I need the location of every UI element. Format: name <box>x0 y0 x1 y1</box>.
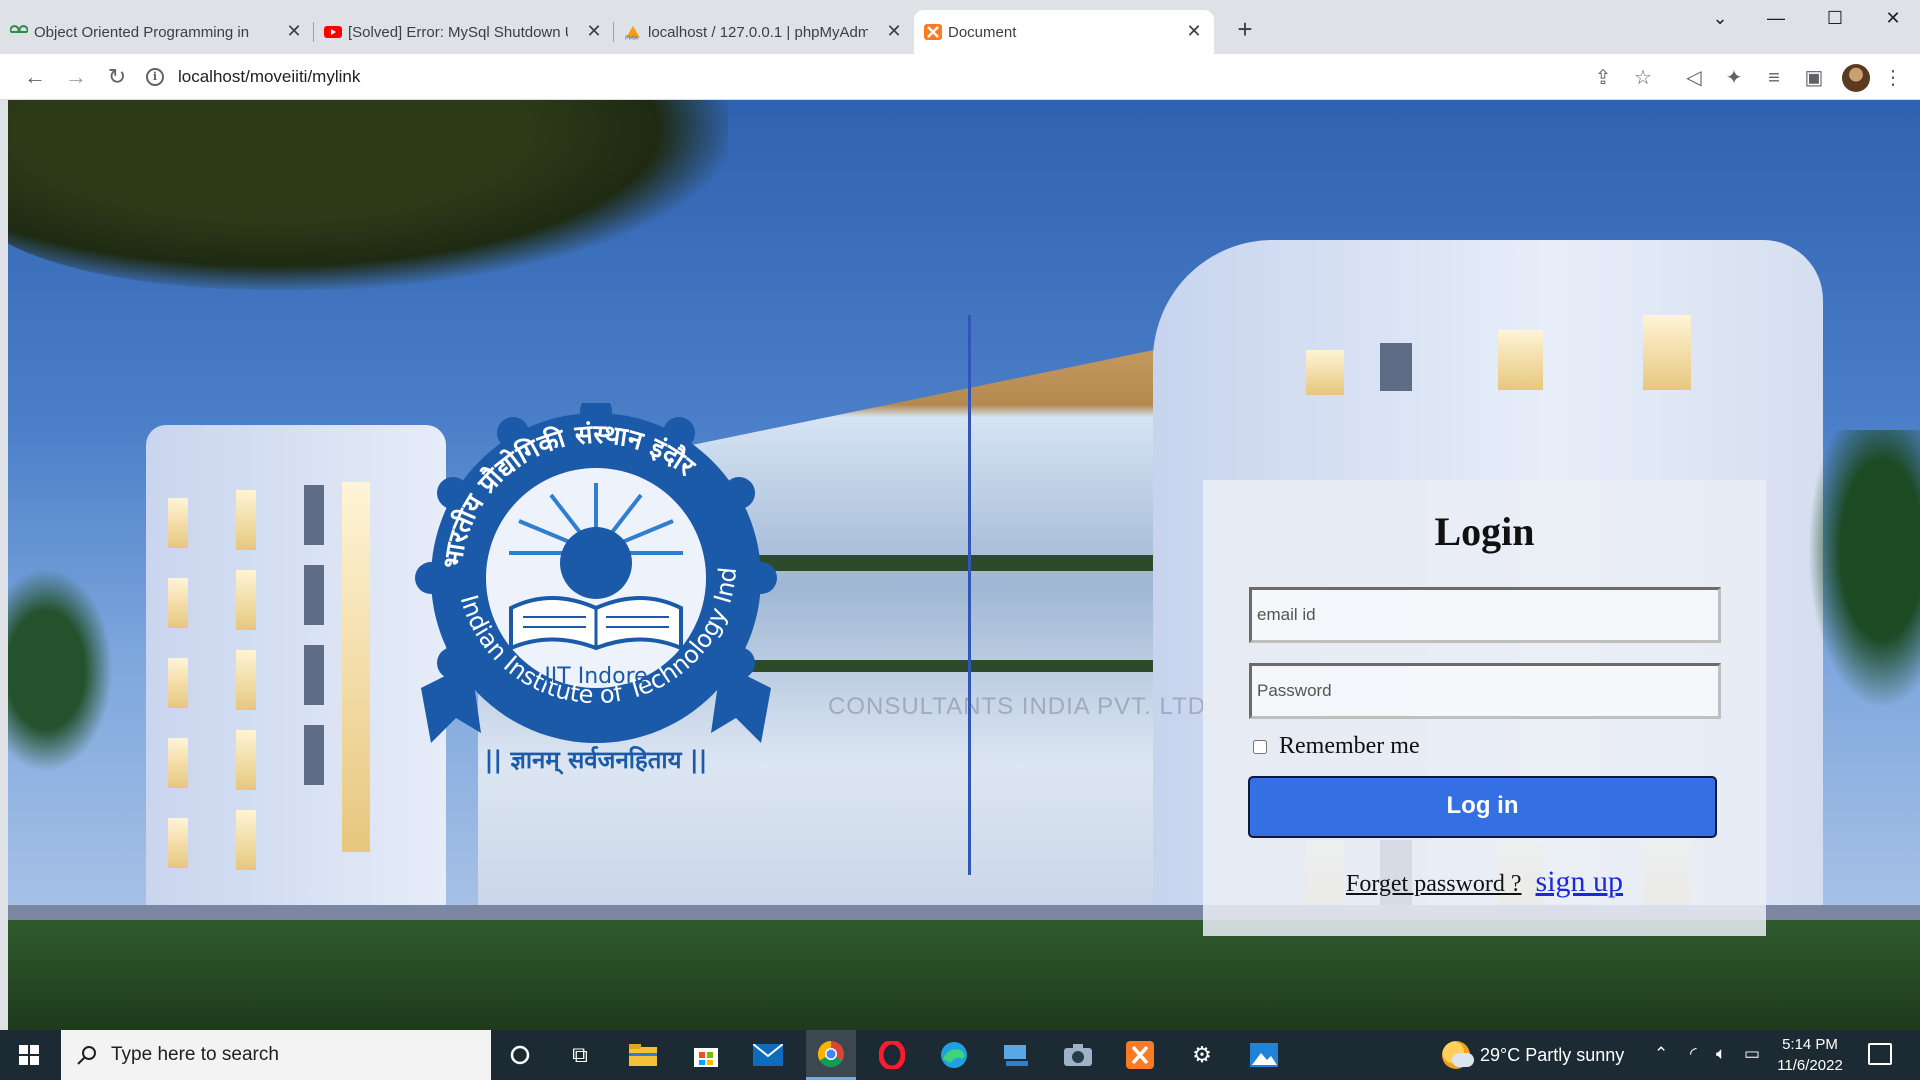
xampp-icon <box>924 24 942 40</box>
browser-tab-strip: Object Oriented Programming in ✕ [Solved… <box>0 0 1920 54</box>
profile-avatar[interactable] <box>1842 64 1870 92</box>
iit-indore-logo: भारतीय प्रौद्योगिकी संस्थान इंदौर Indian… <box>401 403 777 775</box>
forward-arrow-icon[interactable]: → <box>63 64 89 90</box>
browser-toolbar: ← → ↻ i localhost/moveiiti/mylink ⇪ ☆ ◁ … <box>0 54 1920 100</box>
settings-gear-icon[interactable]: ⚙ <box>1184 1037 1220 1073</box>
taskbar-search-placeholder: Type here to search <box>111 1044 279 1065</box>
maximize-button[interactable]: ☐ <box>1812 8 1858 36</box>
mail-icon[interactable] <box>750 1037 786 1073</box>
email-field[interactable] <box>1249 587 1721 643</box>
palm-tree <box>1798 430 1920 730</box>
logo-center-text: IIT Indore <box>544 664 647 689</box>
weather-widget[interactable]: 29°C Partly sunny <box>1442 1030 1624 1080</box>
windows-start-icon[interactable] <box>0 1030 58 1080</box>
microsoft-store-icon[interactable] <box>688 1037 724 1073</box>
close-icon[interactable]: ✕ <box>884 21 904 42</box>
chrome-icon[interactable] <box>806 1030 856 1080</box>
login-links: Forget password ? sign up <box>1203 865 1766 899</box>
file-explorer-icon[interactable] <box>625 1037 661 1073</box>
xampp-icon[interactable] <box>1122 1037 1158 1073</box>
site-info-icon[interactable]: i <box>146 68 164 86</box>
menu-kebab-icon[interactable]: ⋮ <box>1880 65 1906 91</box>
battery-icon[interactable]: ▭ <box>1744 1044 1760 1064</box>
tab-document[interactable]: Document ✕ <box>914 10 1214 54</box>
windows-taskbar: Type here to search ⧉ ⚙ 29°C Partly sunn… <box>0 1030 1920 1080</box>
close-icon[interactable]: ✕ <box>1184 21 1204 42</box>
svg-text:PMA: PMA <box>625 35 639 40</box>
close-icon[interactable]: ✕ <box>284 21 304 42</box>
system-clock[interactable]: 5:14 PM 11/6/2022 <box>1770 1034 1850 1076</box>
bookmark-star-icon[interactable]: ☆ <box>1630 65 1656 91</box>
clock-time: 5:14 PM <box>1782 1036 1838 1053</box>
page-background: CONSULTANTS INDIA PVT. LTD भारतीय प्रौद्… <box>8 100 1920 1030</box>
edge-icon[interactable] <box>936 1037 972 1073</box>
address-bar[interactable]: i localhost/moveiiti/mylink <box>146 60 1616 94</box>
phpmyadmin-icon: PMA <box>625 26 640 40</box>
url-text[interactable]: localhost/moveiiti/mylink <box>178 67 360 87</box>
side-panel-icon[interactable]: ▣ <box>1801 65 1827 91</box>
youtube-icon <box>324 26 342 38</box>
login-button[interactable]: Log in <box>1248 776 1717 838</box>
tree-canopy <box>8 100 728 290</box>
remember-me-label: Remember me <box>1279 733 1420 759</box>
tab-phpmyadmin[interactable]: PMA localhost / 127.0.0.1 | phpMyAdm ✕ <box>614 10 914 54</box>
tab-oop[interactable]: Object Oriented Programming in ✕ <box>0 10 314 54</box>
reading-list-icon[interactable]: ≡ <box>1761 65 1787 91</box>
task-view-icon[interactable]: ⧉ <box>562 1037 598 1073</box>
tab-title: localhost / 127.0.0.1 | phpMyAdm <box>648 23 868 41</box>
tab-title: [Solved] Error: MySql Shutdown U <box>348 23 568 41</box>
chevron-up-icon[interactable]: ⌃ <box>1654 1044 1668 1064</box>
window-close-button[interactable]: ✕ <box>1870 8 1916 36</box>
remember-me-checkbox[interactable] <box>1253 739 1267 754</box>
photos-icon[interactable] <box>1246 1037 1282 1073</box>
wifi-icon[interactable]: ◜ <box>1690 1044 1697 1064</box>
watermark-text: CONSULTANTS INDIA PVT. LTD <box>828 693 1207 720</box>
weather-text: 29°C Partly sunny <box>1480 1044 1625 1065</box>
extensions-puzzle-icon[interactable]: ✦ <box>1721 65 1747 91</box>
reload-icon[interactable]: ↻ <box>104 64 130 90</box>
signup-link[interactable]: sign up <box>1536 865 1624 898</box>
remember-me[interactable]: Remember me <box>1253 733 1420 760</box>
logo-motto-text: || ज्ञानम् सर्वजनहिताय || <box>485 746 708 775</box>
camera-icon[interactable] <box>1060 1037 1096 1073</box>
minimize-button[interactable]: — <box>1753 8 1799 36</box>
desktop-app-icon[interactable] <box>998 1037 1034 1073</box>
gfg-icon <box>10 25 28 33</box>
password-field[interactable] <box>1249 663 1721 719</box>
forget-password-link[interactable]: Forget password ? <box>1346 871 1522 897</box>
notification-icon[interactable] <box>1868 1043 1892 1065</box>
login-title: Login <box>1434 509 1535 554</box>
share-icon[interactable]: ⇪ <box>1590 65 1616 91</box>
media-icon[interactable]: ◁ <box>1681 65 1707 91</box>
cortana-icon[interactable] <box>502 1037 538 1073</box>
opera-icon[interactable] <box>874 1037 910 1073</box>
clock-date: 11/6/2022 <box>1777 1057 1843 1074</box>
tab-search-chevron-icon[interactable]: ⌄ <box>1697 8 1743 36</box>
new-tab-button[interactable]: + <box>1230 14 1260 45</box>
back-arrow-icon[interactable]: ← <box>22 64 48 90</box>
partly-sunny-icon <box>1442 1041 1474 1069</box>
login-card: Login Remember me Log in Forget password… <box>1203 480 1766 936</box>
tab-title: Document <box>948 23 1017 41</box>
tab-title: Object Oriented Programming in <box>34 23 250 41</box>
tab-mysql[interactable]: [Solved] Error: MySql Shutdown U ✕ <box>314 10 614 54</box>
volume-icon[interactable]: 🔈︎ <box>1716 1044 1726 1064</box>
close-icon[interactable]: ✕ <box>584 21 604 42</box>
garden <box>8 920 1920 1030</box>
taskbar-search-box[interactable]: Type here to search <box>61 1030 491 1080</box>
search-icon <box>77 1046 96 1065</box>
